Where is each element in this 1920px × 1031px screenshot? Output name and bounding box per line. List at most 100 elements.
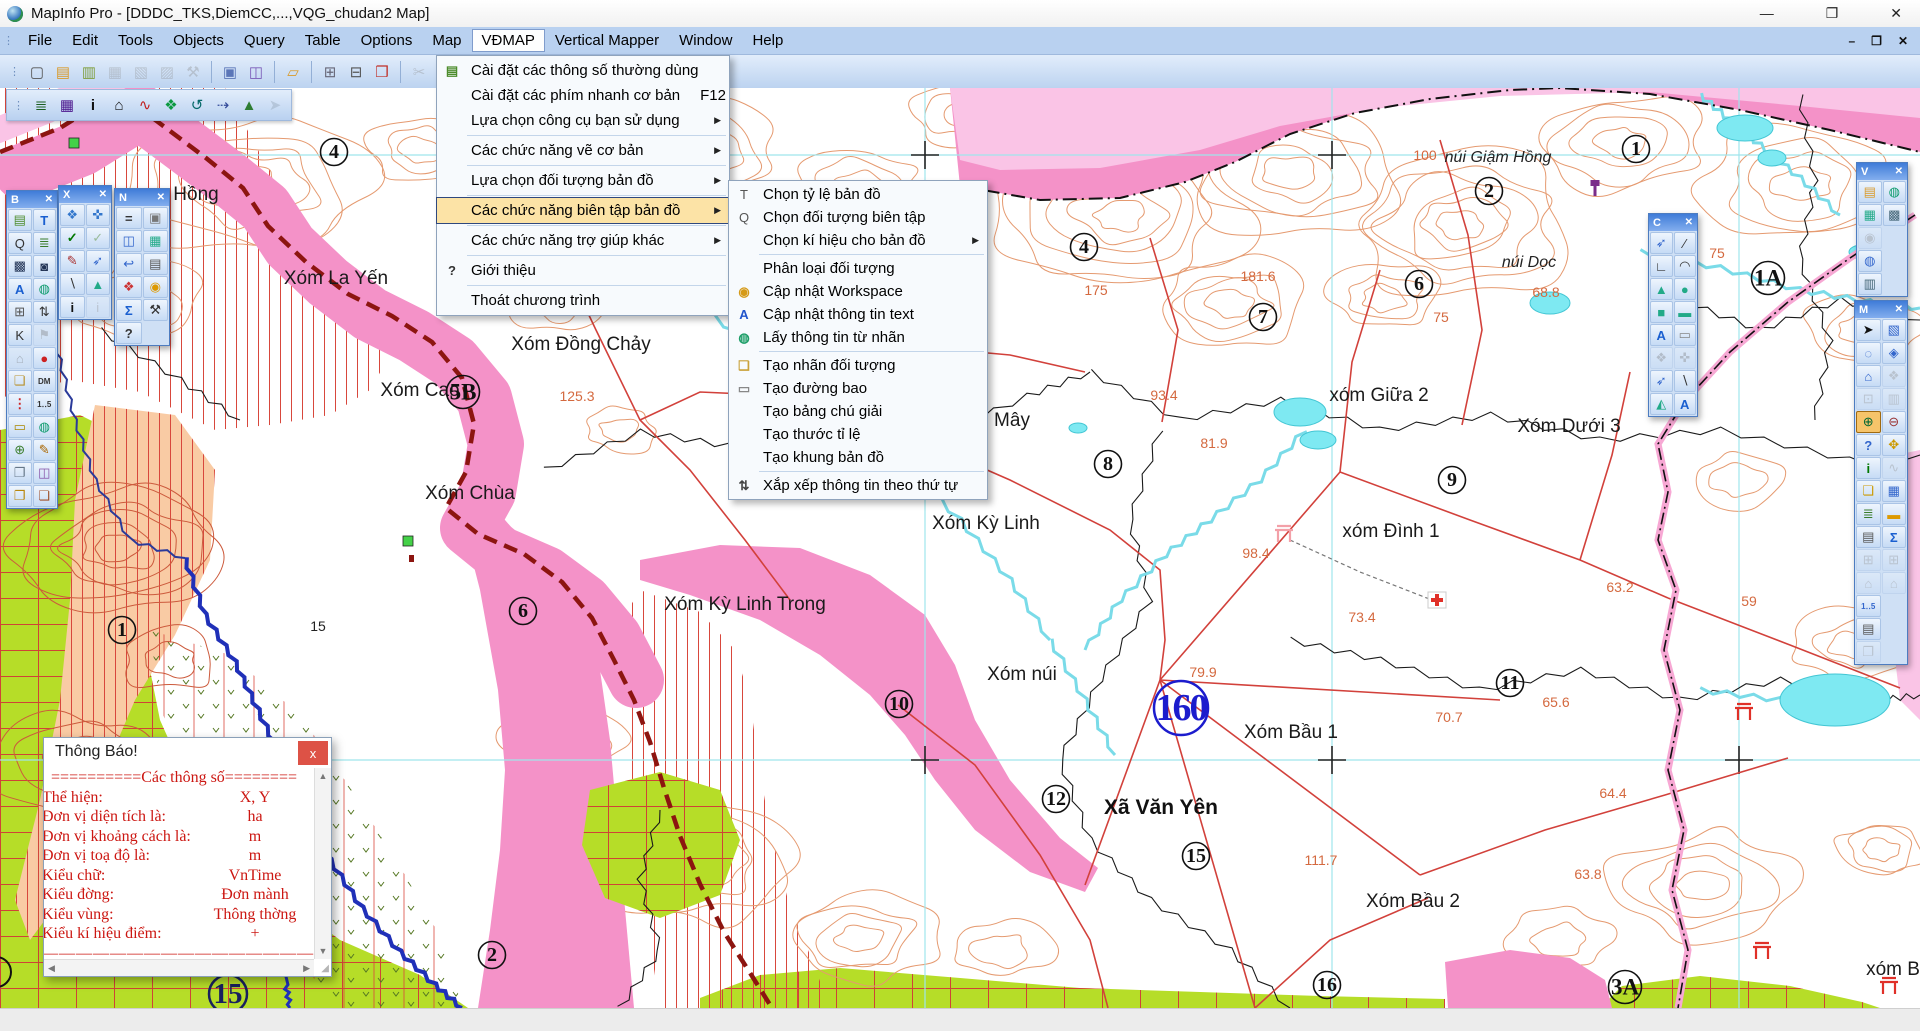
doc-search-icon[interactable]: ▥: [1858, 273, 1882, 295]
menubar-item-edit[interactable]: Edit: [62, 29, 108, 52]
draw-polygon-icon[interactable]: ▲: [1650, 278, 1673, 300]
palette-title-bar[interactable]: N✕: [115, 189, 169, 206]
menubar-item-map[interactable]: Map: [422, 29, 471, 52]
help-tool-icon[interactable]: ?: [116, 322, 142, 344]
polyline-info-icon[interactable]: ∿: [1882, 457, 1907, 479]
clipboard-capture-icon[interactable]: ❐: [8, 462, 32, 484]
open-folder-icon[interactable]: ▱: [281, 60, 305, 84]
globe-view-icon[interactable]: ◍: [1883, 181, 1907, 203]
menubar-item-options[interactable]: Options: [351, 29, 423, 52]
clip-region-gray-icon[interactable]: ⊞: [1882, 549, 1907, 571]
save-table-icon[interactable]: ▣: [218, 60, 242, 84]
palette-title-bar[interactable]: C✕: [1649, 214, 1697, 231]
traffic-light-icon[interactable]: ⋮: [8, 393, 32, 415]
dialog-horizontal-scrollbar[interactable]: ◀ ▶: [44, 959, 314, 976]
vm-layers-icon[interactable]: ≣: [29, 93, 53, 117]
menubar-item-file[interactable]: File: [18, 29, 62, 52]
select-home-icon[interactable]: ⌂: [1856, 365, 1881, 387]
vm-3d-view-icon[interactable]: ▲: [237, 93, 261, 117]
export-pdf-icon[interactable]: ❒: [370, 60, 394, 84]
select-marquee-icon[interactable]: ▧: [1882, 319, 1907, 341]
draw-arc-icon[interactable]: ◠: [1674, 255, 1697, 277]
confirm-bold-icon[interactable]: ✓: [60, 227, 85, 249]
close-icon[interactable]: ✕: [1895, 304, 1903, 315]
home-tool-icon[interactable]: ⌂: [8, 347, 32, 369]
mdi-minimize-icon[interactable]: –: [1848, 34, 1855, 48]
scale-tool-icon[interactable]: 1‥5: [33, 393, 57, 415]
grid-stats-icon[interactable]: ▩: [1883, 204, 1907, 226]
grid-globe-icon[interactable]: ⊕: [8, 439, 32, 461]
print-icon[interactable]: ⊟: [344, 60, 368, 84]
pin-arrow-icon[interactable]: ➶: [86, 250, 111, 272]
menu-item[interactable]: Các chức năng vẽ cơ bản▶: [437, 138, 729, 163]
menu-item[interactable]: ACập nhật thông tin text: [729, 303, 987, 326]
menu-item[interactable]: ◉Cập nhật Workspace: [729, 280, 987, 303]
reshape-nodes-icon[interactable]: ❖: [60, 204, 85, 226]
region-flag-icon[interactable]: ◭: [1650, 393, 1673, 415]
scroll-down-icon[interactable]: ▼: [319, 946, 328, 956]
mdi-close-icon[interactable]: ✕: [1898, 34, 1908, 48]
menu-item[interactable]: Cài đặt các phím nhanh cơ bảnF12: [437, 83, 729, 108]
statistics-sigma-icon[interactable]: Σ: [1882, 526, 1907, 548]
scroll-up-icon[interactable]: ▲: [319, 771, 328, 781]
symbol-line-icon[interactable]: ∖: [1674, 370, 1697, 392]
palette-title-bar[interactable]: X✕: [59, 186, 111, 203]
region-pick-icon[interactable]: ▲: [86, 273, 111, 295]
text-style-icon[interactable]: A: [8, 278, 32, 300]
key-tool-icon[interactable]: K: [8, 324, 32, 346]
vm-flow-arrow-icon[interactable]: ⇢: [211, 93, 235, 117]
scroll-left-icon[interactable]: ◀: [48, 963, 55, 974]
tile-windows-icon[interactable]: ◫: [116, 230, 142, 252]
draw-frame-icon[interactable]: ▭: [1674, 324, 1697, 346]
zoom-out-icon[interactable]: ⊖: [1882, 411, 1907, 433]
menu-item[interactable]: Các chức năng trợ giúp khác▶: [437, 228, 729, 253]
palette-title-bar[interactable]: V✕: [1857, 163, 1907, 180]
close-icon[interactable]: ✕: [45, 194, 53, 205]
new-table-icon[interactable]: ▢: [25, 60, 49, 84]
redo-query-icon[interactable]: ↩: [116, 253, 142, 275]
select-invert-icon[interactable]: ❖: [1882, 365, 1907, 387]
district-2-gray-icon[interactable]: ⌂: [1882, 572, 1907, 594]
pan-hand-icon[interactable]: ✥: [1882, 434, 1907, 456]
select-ungroup-icon[interactable]: ⊡: [1856, 388, 1881, 410]
sign-pen-icon[interactable]: ✎: [60, 250, 85, 272]
clipboard-gray-icon[interactable]: ❐: [1856, 641, 1881, 663]
help-pointer-icon[interactable]: ?: [1856, 434, 1881, 456]
open-workspace-icon[interactable]: ▥: [77, 60, 101, 84]
select-graph-icon[interactable]: ▥: [1882, 388, 1907, 410]
draw-text-icon[interactable]: A: [1650, 324, 1673, 346]
report-list-icon[interactable]: ▤: [143, 253, 169, 275]
restore-icon[interactable]: ❐: [1826, 5, 1839, 22]
line-pick-icon[interactable]: ∖: [60, 273, 85, 295]
open-table-icon[interactable]: ▤: [51, 60, 75, 84]
dialog-vertical-scrollbar[interactable]: ▲ ▼: [314, 768, 331, 959]
scalebar-icon[interactable]: 1‥5: [1856, 595, 1881, 617]
label-tool-icon[interactable]: ❏: [1856, 480, 1881, 502]
paste-tool-icon[interactable]: ❏: [33, 485, 57, 507]
frame-tool-icon[interactable]: ▭: [8, 416, 32, 438]
ruler-icon[interactable]: ▬: [1882, 503, 1907, 525]
sum-sigma-icon[interactable]: Σ: [116, 299, 142, 321]
menubar-item-window[interactable]: Window: [669, 29, 742, 52]
menu-item[interactable]: Phân loại đối tượng: [729, 257, 987, 280]
menu-item[interactable]: ?Giới thiệu: [437, 258, 729, 283]
draw-rounded-rect-icon[interactable]: ▬: [1674, 301, 1697, 323]
menu-item[interactable]: Lựa chọn đối tượng bản đồ▶: [437, 168, 729, 193]
draw-polyline-icon[interactable]: ∟: [1650, 255, 1673, 277]
info-light-icon[interactable]: i: [86, 296, 111, 318]
menu-item[interactable]: Tạo thước tỉ lệ: [729, 423, 987, 446]
menu-item[interactable]: Chọn kí hiệu cho bản đồ▶: [729, 229, 987, 252]
menu-item[interactable]: ❏Tạo nhãn đối tượng: [729, 354, 987, 377]
zoom-in-icon[interactable]: ⊕: [1856, 411, 1881, 433]
map-edit-icon[interactable]: ▦: [1858, 204, 1882, 226]
menubar-item-vertical-mapper[interactable]: Vertical Mapper: [545, 29, 669, 52]
projection-globe-icon[interactable]: ◍: [33, 278, 57, 300]
menu-item[interactable]: ▭Tạo đường bao: [729, 377, 987, 400]
dialog-resize-grip[interactable]: ◢: [321, 963, 329, 974]
symbol-pin-icon[interactable]: ➶: [1650, 232, 1673, 254]
new-layout-icon[interactable]: ⊞: [318, 60, 342, 84]
layer-control-icon[interactable]: ≣: [33, 232, 57, 254]
menubar-item-objects[interactable]: Objects: [163, 29, 234, 52]
shield-update-icon[interactable]: ◉: [143, 276, 169, 298]
menubar-item-tools[interactable]: Tools: [108, 29, 163, 52]
